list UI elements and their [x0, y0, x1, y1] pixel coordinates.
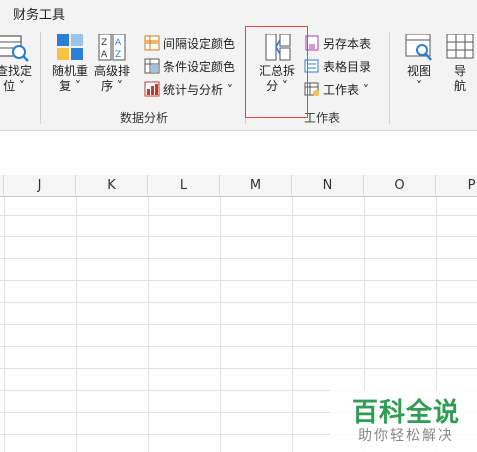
view-icon: [405, 34, 432, 61]
advanced-sort-label-1: 高级排: [93, 64, 130, 78]
find-locate-label-2: 位 ˅: [3, 79, 25, 93]
grid-row-line: [0, 346, 477, 347]
svg-text:A: A: [115, 38, 122, 48]
column-header-m[interactable]: M: [220, 175, 292, 197]
grid-row-line: [0, 280, 477, 281]
view-label-1: 视图: [406, 64, 431, 78]
ribbon-tab-bar: 财务工具: [0, 0, 477, 26]
svg-text:Z: Z: [101, 38, 107, 48]
find-locate-label-1: 查找定: [0, 64, 32, 78]
grid-row-line: [0, 368, 477, 369]
stats-analysis-icon: [144, 81, 160, 97]
watermark-title: 百科全说: [352, 398, 461, 428]
svg-text:Z: Z: [115, 50, 121, 60]
stats-analysis-label: 统计与分析 ˅: [163, 83, 233, 97]
grid-row-line: [0, 258, 477, 259]
formula-bar-area: [0, 131, 477, 175]
view-button[interactable]: 视图 ˅: [399, 34, 439, 94]
worksheet-label: 工作表 ˅: [323, 83, 369, 97]
column-header-p[interactable]: P: [436, 175, 477, 197]
random-repeat-icon: [57, 34, 83, 60]
condition-color-icon: [144, 58, 160, 74]
navigation-label-2: 航: [453, 79, 466, 93]
grid-row-line: [0, 302, 477, 303]
watermark-subtitle: 助你轻松解决: [358, 428, 454, 444]
column-header-k[interactable]: K: [76, 175, 148, 197]
interval-color-button[interactable]: 间隔设定颜色: [144, 34, 235, 54]
navigation-label-1: 导: [453, 64, 466, 78]
navigation-icon: [446, 34, 474, 59]
column-header-n[interactable]: N: [292, 175, 364, 197]
column-header-l[interactable]: L: [148, 175, 220, 197]
group-label-data-analysis: 数据分析: [120, 111, 169, 125]
column-header-j[interactable]: J: [4, 175, 76, 197]
stats-analysis-button[interactable]: 统计与分析 ˅: [144, 80, 233, 100]
save-sheet-label: 另存本表: [323, 37, 372, 51]
worksheet-button[interactable]: 工作表 ˅: [304, 80, 369, 100]
condition-color-label: 条件设定颜色: [163, 60, 236, 74]
sort-icon: Z A A Z: [98, 34, 126, 61]
grid-row-line: [0, 236, 477, 237]
save-sheet-button[interactable]: 另存本表: [304, 34, 371, 54]
watermark: 百科全说 助你轻松解决: [330, 390, 477, 452]
separator: [389, 32, 390, 124]
interval-color-label: 间隔设定颜色: [163, 37, 236, 51]
highlight-box: [245, 26, 308, 118]
view-label-2: ˅: [416, 79, 422, 93]
ribbon-toolbar: 查找定 位 ˅ 随机重 复 ˅ Z A A Z 高级排 序 ˅ 间隔设定颜色 条…: [0, 26, 477, 131]
separator: [40, 32, 41, 124]
advanced-sort-label-2: 序 ˅: [101, 79, 123, 93]
advanced-sort-button[interactable]: Z A A Z 高级排 序 ˅: [92, 34, 132, 94]
sheet-directory-button[interactable]: 表格目录: [304, 57, 371, 77]
navigation-button[interactable]: 导 航: [443, 34, 477, 94]
svg-text:A: A: [101, 50, 108, 60]
condition-color-button[interactable]: 条件设定颜色: [144, 57, 235, 77]
tab-financial-tools[interactable]: 财务工具: [13, 4, 65, 23]
interval-color-icon: [144, 35, 160, 51]
random-repeat-button[interactable]: 随机重 复 ˅: [50, 34, 90, 94]
grid-row-line: [0, 215, 477, 216]
grid-row-line: [0, 324, 477, 325]
find-locate-button[interactable]: 查找定 位 ˅: [0, 34, 34, 94]
sheet-directory-label: 表格目录: [323, 60, 372, 74]
find-locate-icon: [0, 35, 29, 62]
column-header-o[interactable]: O: [364, 175, 436, 197]
random-repeat-label-2: 复 ˅: [59, 79, 81, 93]
group-label-worksheet: 工作表: [304, 111, 341, 125]
random-repeat-label-1: 随机重: [51, 64, 88, 78]
